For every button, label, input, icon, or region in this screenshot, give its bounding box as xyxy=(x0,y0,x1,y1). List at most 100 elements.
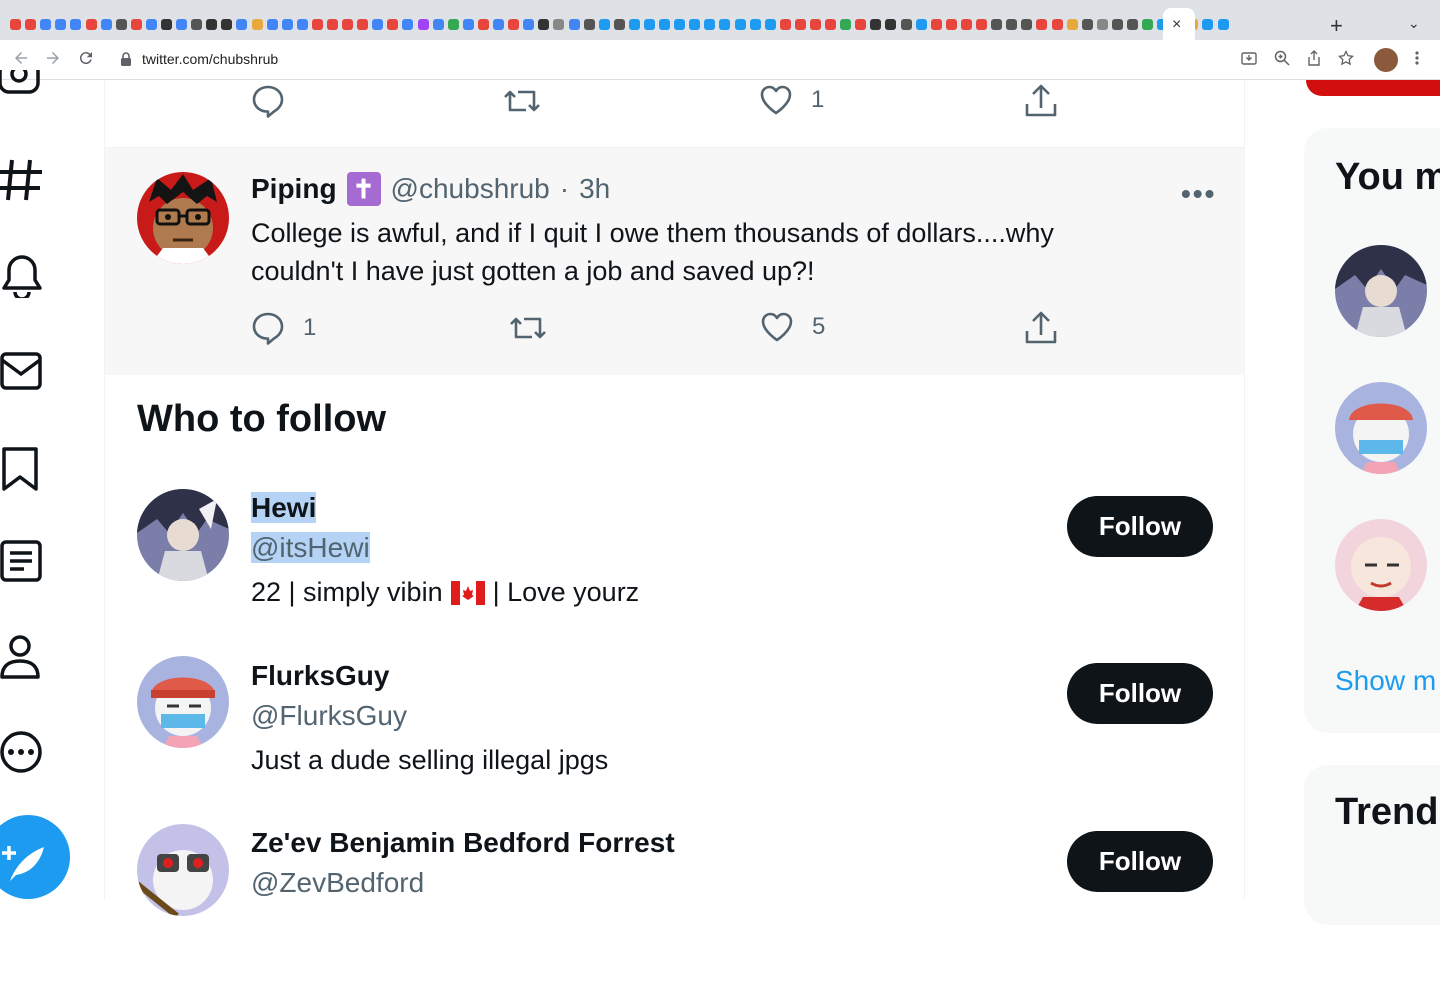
back-icon[interactable] xyxy=(12,49,30,72)
tab-favicon[interactable] xyxy=(627,16,642,32)
reply-button[interactable]: 1 xyxy=(251,311,316,345)
tab-favicon[interactable] xyxy=(416,16,431,32)
share-button[interactable] xyxy=(1023,84,1059,118)
tab-favicon[interactable] xyxy=(1049,16,1064,32)
tab-favicon[interactable] xyxy=(657,16,672,32)
tab-search-dropdown-icon[interactable]: ⌄ xyxy=(1408,15,1420,32)
user-name[interactable]: FlurksGuy xyxy=(251,660,389,692)
tab-favicon[interactable] xyxy=(310,16,325,32)
tab-favicon[interactable] xyxy=(83,16,98,32)
tab-favicon[interactable] xyxy=(114,16,129,32)
tab-favicon[interactable] xyxy=(612,16,627,32)
tab-favicon[interactable] xyxy=(280,16,295,32)
tweet-author-avatar[interactable] xyxy=(137,172,229,264)
user-avatar[interactable] xyxy=(137,656,229,748)
follow-suggestion[interactable]: Ze'ev Benjamin Bedford Forrest @ZevBedfo… xyxy=(105,824,1245,995)
profile-icon[interactable] xyxy=(0,634,44,679)
tab-favicon[interactable] xyxy=(883,16,898,32)
tab-favicon[interactable] xyxy=(189,16,204,32)
tweet-article[interactable]: Piping ✝ @chubshrub · 3h ••• College is … xyxy=(105,147,1245,375)
tab-favicon[interactable] xyxy=(1065,16,1080,32)
tab-favicon[interactable] xyxy=(1095,16,1110,32)
tab-favicon[interactable] xyxy=(551,16,566,32)
tab-favicon[interactable] xyxy=(521,16,536,32)
tab-favicon[interactable] xyxy=(219,16,234,32)
user-handle[interactable]: @itsHewi xyxy=(251,532,370,564)
reply-button[interactable] xyxy=(251,84,285,118)
tab-favicon[interactable] xyxy=(129,16,144,32)
tab-favicon[interactable] xyxy=(989,16,1004,32)
follow-button[interactable]: Follow xyxy=(1067,663,1213,724)
tab-favicon[interactable] xyxy=(1080,16,1095,32)
lists-icon[interactable] xyxy=(0,540,44,584)
tab-favicon[interactable] xyxy=(68,16,83,32)
reload-icon[interactable] xyxy=(77,49,95,72)
tab-favicon[interactable] xyxy=(38,16,53,32)
profile-avatar[interactable] xyxy=(1374,48,1398,72)
tab-favicon[interactable] xyxy=(566,16,581,32)
tab-favicon[interactable] xyxy=(431,16,446,32)
share-icon[interactable] xyxy=(1306,50,1322,70)
tab-favicon[interactable] xyxy=(582,16,597,32)
tab-favicon[interactable] xyxy=(717,16,732,32)
tab-favicon[interactable] xyxy=(461,16,476,32)
tab-favicon[interactable] xyxy=(853,16,868,32)
user-avatar[interactable] xyxy=(137,824,229,916)
browser-menu-icon[interactable] xyxy=(1414,50,1420,70)
lock-icon[interactable] xyxy=(120,52,132,71)
follow-suggestion[interactable]: Hewi @itsHewi 22 | simply vibin | Love y… xyxy=(105,489,1245,660)
tab-favicon[interactable] xyxy=(929,16,944,32)
tab-favicon[interactable] xyxy=(672,16,687,32)
tab-close-icon[interactable]: × xyxy=(1172,16,1181,34)
tab-favicon[interactable] xyxy=(159,16,174,32)
tweet-more-icon[interactable]: ••• xyxy=(1181,178,1216,210)
user-avatar[interactable] xyxy=(137,489,229,581)
tab-favicon[interactable] xyxy=(144,16,159,32)
bookmark-star-icon[interactable] xyxy=(1337,49,1355,70)
tab-favicon[interactable] xyxy=(944,16,959,32)
zoom-icon[interactable] xyxy=(1274,50,1290,70)
tab-favicon[interactable] xyxy=(808,16,823,32)
tab-favicon[interactable] xyxy=(1125,16,1140,32)
suggestion-avatar[interactable] xyxy=(1335,245,1427,337)
forward-icon[interactable] xyxy=(44,49,62,72)
suggestion-avatar[interactable] xyxy=(1335,382,1427,474)
tab-favicon[interactable] xyxy=(899,16,914,32)
tab-favicon[interactable] xyxy=(823,16,838,32)
tab-favicon[interactable] xyxy=(763,16,778,32)
suggestion-avatar[interactable] xyxy=(1335,519,1427,611)
tab-favicon[interactable] xyxy=(838,16,853,32)
tab-favicon[interactable] xyxy=(687,16,702,32)
tab-favicon[interactable] xyxy=(536,16,551,32)
tab-favicon[interactable] xyxy=(778,16,793,32)
tab-favicon[interactable] xyxy=(400,16,415,32)
new-tab-button[interactable]: + xyxy=(1330,13,1343,39)
more-options-icon[interactable] xyxy=(0,730,44,774)
tab-favicon[interactable] xyxy=(1216,16,1231,32)
install-app-icon[interactable] xyxy=(1241,50,1257,70)
tab-favicon[interactable] xyxy=(53,16,68,32)
tab-favicon[interactable] xyxy=(748,16,763,32)
tab-favicon[interactable] xyxy=(234,16,249,32)
tab-favicon[interactable] xyxy=(370,16,385,32)
tab-favicon[interactable] xyxy=(1019,16,1034,32)
tab-favicon[interactable] xyxy=(295,16,310,32)
show-more-link[interactable]: Show m xyxy=(1335,665,1436,697)
follow-button[interactable]: Follow xyxy=(1067,496,1213,557)
user-name[interactable]: Ze'ev Benjamin Bedford Forrest xyxy=(251,827,675,859)
instagram-like-icon[interactable] xyxy=(0,54,44,114)
tab-favicon[interactable] xyxy=(23,16,38,32)
tab-favicon[interactable] xyxy=(8,16,23,32)
explore-hashtag-icon[interactable] xyxy=(0,158,44,202)
user-name[interactable]: Hewi xyxy=(251,492,317,524)
retweet-button[interactable] xyxy=(503,84,541,118)
tab-favicon[interactable] xyxy=(1140,16,1155,32)
tab-favicon[interactable] xyxy=(702,16,717,32)
tab-favicon[interactable] xyxy=(385,16,400,32)
user-handle[interactable]: @FlurksGuy xyxy=(251,700,407,732)
tab-favicon[interactable] xyxy=(733,16,748,32)
tab-favicon[interactable] xyxy=(506,16,521,32)
tab-favicon[interactable] xyxy=(597,16,612,32)
tab-favicon[interactable] xyxy=(265,16,280,32)
tab-favicon[interactable] xyxy=(325,16,340,32)
